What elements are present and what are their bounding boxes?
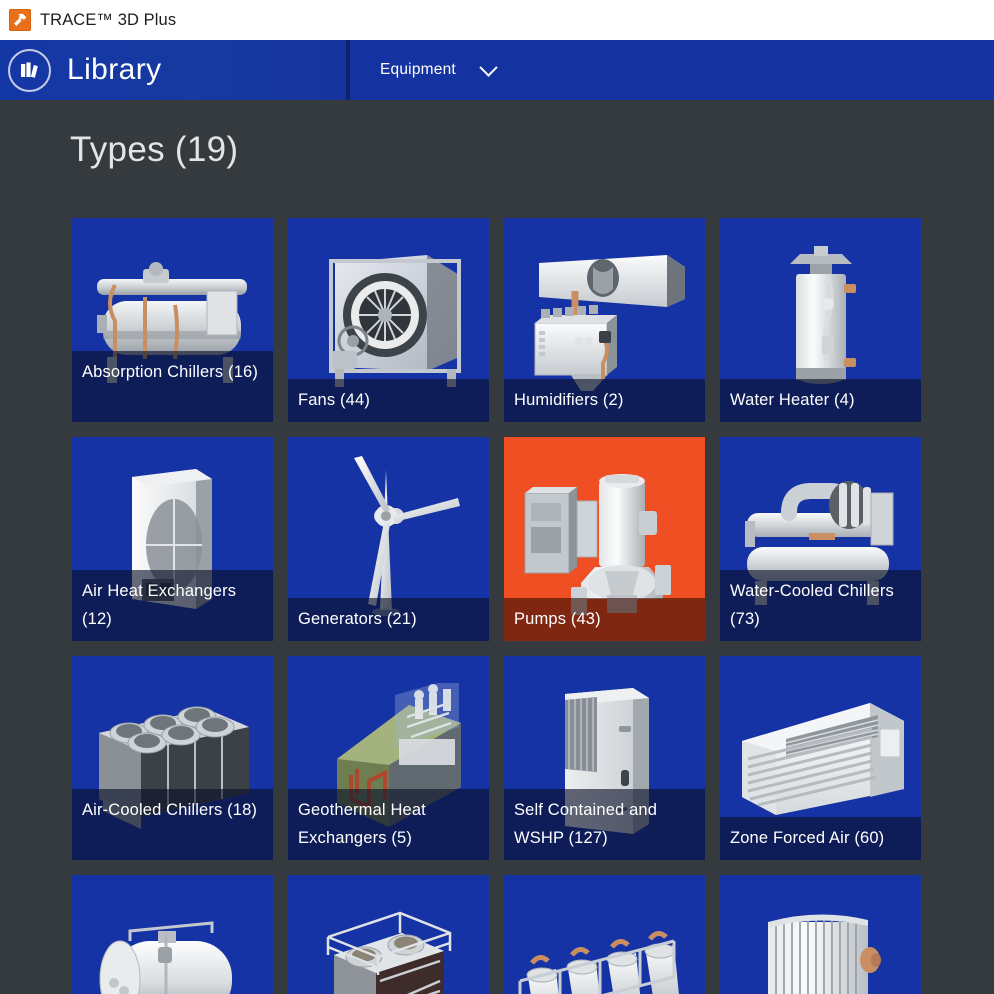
equipment-type-grid: Absorption Chillers (16) Fans (44) Humid… — [72, 218, 922, 994]
equipment-type-tile[interactable]: Fans (44) — [288, 218, 489, 422]
equipment-type-label: Humidifiers (2) — [504, 379, 705, 422]
equipment-type-label: Absorption Chillers (16) — [72, 351, 273, 422]
app-header-bar: Library Equipment — [0, 40, 994, 100]
equipment-type-tile[interactable]: Water Heater (4) — [720, 218, 921, 422]
equipment-type-label: Generators (21) — [288, 598, 489, 641]
page-title: Library — [67, 53, 162, 86]
equipment-type-tile[interactable] — [720, 875, 921, 994]
equipment-type-label: Water Heater (4) — [720, 379, 921, 422]
equipment-type-label: Pumps (43) — [504, 598, 705, 641]
library-books-icon[interactable] — [8, 48, 51, 92]
unit-heater-bank-image — [504, 875, 705, 994]
equipment-type-label: Geothermal Heat Exchangers (5) — [288, 789, 489, 860]
equipment-type-label: Zone Forced Air (60) — [720, 817, 921, 860]
equipment-type-tile[interactable]: Absorption Chillers (16) — [72, 218, 273, 422]
equipment-type-tile[interactable]: Humidifiers (2) — [504, 218, 705, 422]
types-heading: Types (19) — [70, 130, 239, 169]
equipment-type-tile[interactable]: Air Heat Exchangers (12) — [72, 437, 273, 641]
appbar-right-section: Equipment — [350, 40, 994, 100]
boiler-tank-image — [72, 875, 273, 994]
window-title-bar: TRACE™ 3D Plus — [0, 0, 994, 40]
window-title: TRACE™ 3D Plus — [40, 10, 177, 29]
chevron-down-icon[interactable] — [479, 57, 498, 77]
equipment-type-label: Water-Cooled Chillers (73) — [720, 570, 921, 641]
equipment-type-tile[interactable]: Pumps (43) — [504, 437, 705, 641]
equipment-type-tile[interactable] — [72, 875, 273, 994]
equipment-type-label: Fans (44) — [288, 379, 489, 422]
equipment-type-tile[interactable]: Air-Cooled Chillers (18) — [72, 656, 273, 860]
category-dropdown[interactable]: Equipment — [380, 57, 498, 79]
equipment-type-tile[interactable]: Water-Cooled Chillers (73) — [720, 437, 921, 641]
equipment-type-label: Air Heat Exchangers (12) — [72, 570, 273, 641]
category-dropdown-label: Equipment — [380, 61, 456, 78]
equipment-type-tile[interactable] — [504, 875, 705, 994]
equipment-type-tile[interactable]: Generators (21) — [288, 437, 489, 641]
radiator-image — [720, 875, 921, 994]
hammer-icon — [9, 9, 31, 31]
equipment-type-tile[interactable]: Self Contained and WSHP (127) — [504, 656, 705, 860]
equipment-type-label: Self Contained and WSHP (127) — [504, 789, 705, 860]
cooling-tower-image — [288, 875, 489, 994]
equipment-type-label: Air-Cooled Chillers (18) — [72, 789, 273, 860]
library-header-section[interactable]: Library — [0, 40, 350, 100]
equipment-type-tile[interactable]: Zone Forced Air (60) — [720, 656, 921, 860]
equipment-type-tile[interactable]: Geothermal Heat Exchangers (5) — [288, 656, 489, 860]
library-content-area: Types (19) Absorption Chillers (16) Fans… — [0, 100, 994, 994]
equipment-type-tile[interactable] — [288, 875, 489, 994]
